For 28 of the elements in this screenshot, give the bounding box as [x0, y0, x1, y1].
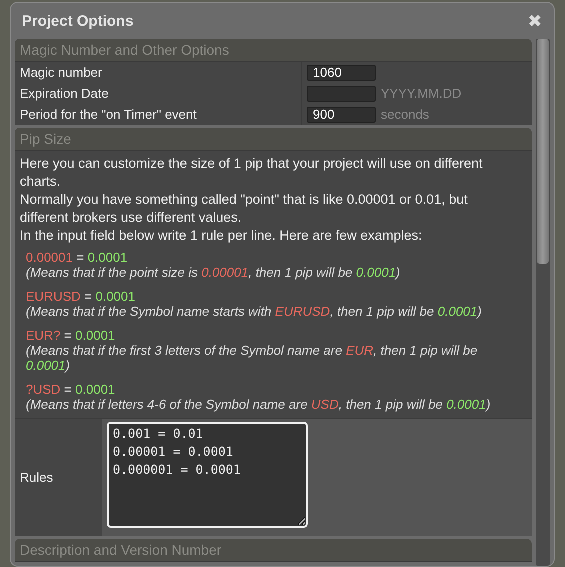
close-button[interactable]: ✖: [528, 10, 542, 32]
section-header[interactable]: Magic Number and Other Options: [15, 39, 532, 62]
description-text: In the input field below write 1 rule per line. Here are few examples:: [20, 227, 424, 245]
field-label: Period for the "on Timer" event: [15, 104, 302, 125]
field-label: Magic number: [15, 62, 302, 83]
description-text: Here you can customize the size of 1 pip that your project will use on different charts.: [20, 155, 484, 191]
field-hint: YYYY.MM.DD: [381, 86, 462, 101]
section-header[interactable]: Description and Version Number: [15, 539, 532, 562]
input-field[interactable]: 1060: [307, 64, 376, 80]
example-rule: EURUSD = 0.0001: [26, 289, 136, 304]
field-label: Rules: [15, 419, 102, 536]
input-field[interactable]: [307, 86, 376, 102]
section-header[interactable]: Pip Size: [15, 128, 532, 151]
example-note: (Means that if the Symbol name starts with EURUSD, then 1 pip will be 0.0001): [26, 304, 483, 319]
description-text: Normally you have something called "point" that is like 0.00001 or 0.01, but different brokers use different values.: [20, 191, 469, 227]
example-note: (Means that if letters 4-6 of the Symbol name are USD, then 1 pip will be 0.0001): [26, 397, 492, 412]
field-hint: seconds: [381, 107, 430, 122]
example-note: (Means that if the first 3 letters of the Symbol name are EUR, then 1 pip will be 0.0001): [26, 343, 479, 373]
example-rule: ?USD = 0.0001: [26, 382, 116, 397]
input-field[interactable]: 900: [307, 106, 376, 122]
example-note: (Means that if the point size is 0.00001, then 1 pip will be 0.0001): [26, 265, 402, 280]
window-title: Project Options: [22, 12, 134, 30]
field-label: Expiration Date: [15, 83, 302, 104]
rules-field[interactable]: 0.001 = 0.01 0.00001 = 0.0001 0.000001 = 0.0001: [107, 422, 308, 528]
scrollbar-thumb[interactable]: [537, 39, 549, 264]
example-rule: EUR? = 0.0001: [26, 328, 116, 343]
scrollbar[interactable]: [536, 39, 550, 566]
example-rule: 0.00001 = 0.0001: [26, 250, 129, 265]
